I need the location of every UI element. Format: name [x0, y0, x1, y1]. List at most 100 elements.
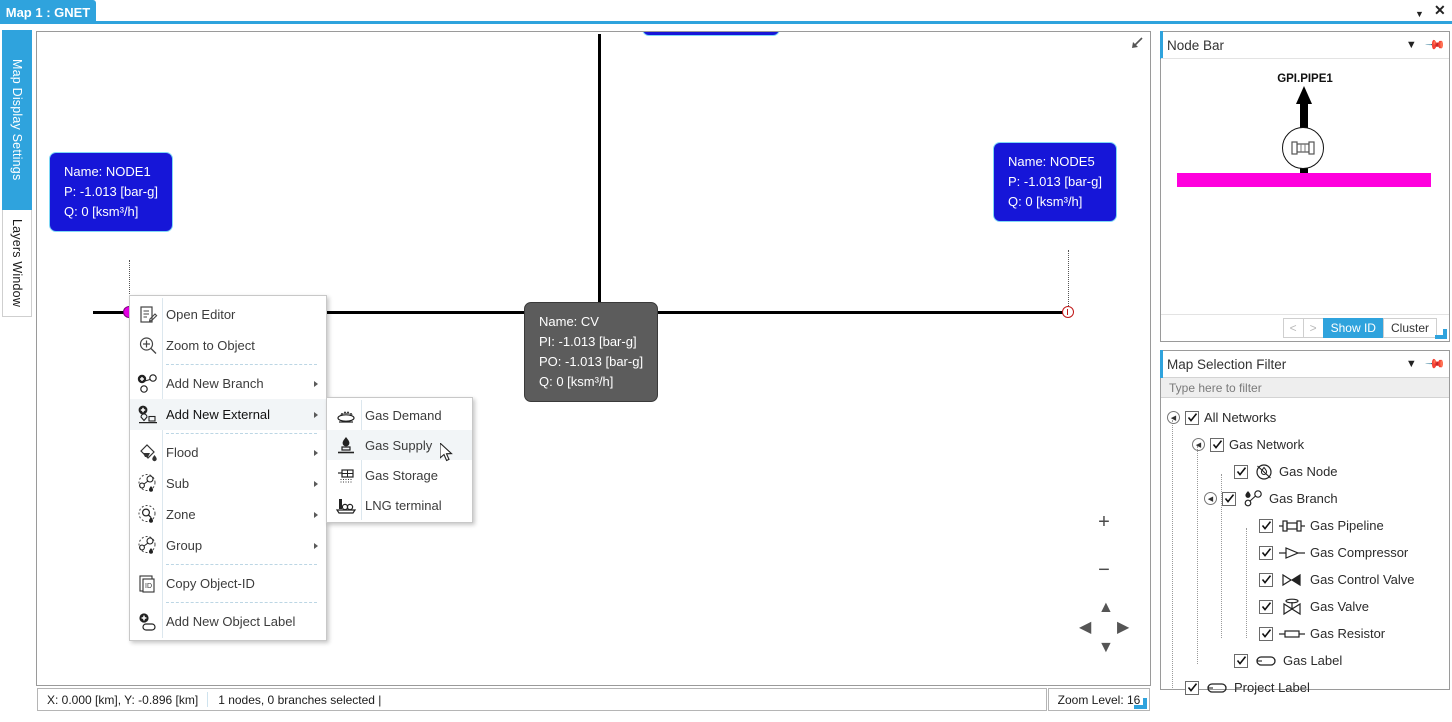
tree-node-gas-node[interactable]: Gas Node — [1163, 458, 1449, 485]
gas-label-icon — [1254, 654, 1278, 668]
map-selection-filter-panel: Map Selection Filter ▼ 📌 Type here to fi… — [1160, 350, 1450, 695]
label-name: Name: NODE1 — [64, 164, 151, 179]
checkbox[interactable] — [1185, 410, 1199, 425]
tree-node-gas-branch[interactable]: ◀ Gas Branch — [1163, 485, 1449, 512]
tree-node-gas-label[interactable]: Gas Label — [1163, 647, 1449, 674]
tree-node-gas-network[interactable]: ◀ Gas Network — [1163, 431, 1449, 458]
menu-item-flood[interactable]: Flood — [130, 437, 326, 468]
node-bar-cluster-button[interactable]: Cluster — [1382, 317, 1437, 338]
close-icon[interactable]: ✕ — [1434, 3, 1446, 17]
checkbox[interactable] — [1222, 491, 1236, 506]
tree-node-gas-valve[interactable]: Gas Valve — [1163, 593, 1449, 620]
resize-grip[interactable] — [1134, 698, 1147, 709]
node-bar-resize-grip[interactable] — [1435, 329, 1447, 339]
tree-label: Gas Resistor — [1310, 626, 1386, 641]
pan-down-icon[interactable]: ▼ — [1098, 640, 1114, 656]
checkbox[interactable] — [1259, 572, 1273, 587]
menu-separator — [166, 364, 317, 365]
group-icon — [136, 534, 160, 558]
pan-control[interactable]: ▲ ▼ ◀ ▶ — [1074, 600, 1134, 656]
node-bar-indicator[interactable] — [1177, 173, 1431, 187]
checkbox[interactable] — [1234, 653, 1248, 668]
checkbox[interactable] — [1185, 680, 1199, 695]
map-label-node1[interactable]: Name: NODE1 P: -1.013 [bar-g] Q: 0 [ksm³… — [49, 152, 173, 232]
tree-node-gas-resistor[interactable]: Gas Resistor — [1163, 620, 1449, 647]
document-tab-map1[interactable]: Map 1 : GNET — [0, 0, 96, 24]
pan-left-icon[interactable]: ◀ — [1079, 620, 1091, 636]
sidebar-tab-map-display-settings[interactable]: Map Display Settings — [2, 30, 32, 210]
sidebar-tab-layers-window[interactable]: Layers Window — [2, 210, 32, 317]
zoom-object-icon — [136, 334, 160, 358]
expander-icon[interactable]: ◀ — [1192, 438, 1205, 451]
tree-node-gas-compressor[interactable]: Gas Compressor — [1163, 539, 1449, 566]
tree-node-project-label[interactable]: Project Label — [1163, 674, 1449, 701]
tree-node-gas-control-valve[interactable]: Gas Control Valve — [1163, 566, 1449, 593]
tree-node-all-networks[interactable]: ◀ All Networks — [1163, 404, 1449, 431]
node-bar-header: Node Bar ▼ 📌 — [1160, 31, 1449, 59]
submenu-item-gas-demand[interactable]: Gas Demand — [327, 400, 472, 430]
pan-right-icon[interactable]: ▶ — [1117, 620, 1129, 636]
gas-branch-icon — [1242, 489, 1264, 509]
menu-item-add-new-external[interactable]: Add New External — [130, 399, 326, 430]
context-menu[interactable]: Open Editor Zoom to Object Add New Branc… — [129, 295, 327, 641]
pin-icon[interactable]: 📌 — [1424, 34, 1446, 57]
tree-label: Gas Label — [1283, 653, 1343, 668]
gas-control-valve-icon — [1279, 573, 1305, 587]
pan-up-icon[interactable]: ▲ — [1098, 600, 1114, 616]
gas-compressor-icon — [1279, 546, 1305, 560]
flood-icon — [136, 441, 160, 465]
chevron-down-icon[interactable]: ▼ — [1406, 39, 1417, 51]
menu-item-add-new-object-label[interactable]: Add New Object Label — [130, 606, 326, 637]
expander-icon[interactable]: ◀ — [1167, 411, 1180, 424]
node-bar-canvas[interactable]: GPI.PIPE1 — [1161, 58, 1449, 314]
chevron-down-icon[interactable]: ▼ — [1415, 7, 1424, 21]
checkbox[interactable] — [1259, 518, 1273, 533]
checkbox[interactable] — [1210, 437, 1224, 452]
collapse-arrow-icon[interactable] — [1130, 36, 1144, 53]
menu-item-label: Zone — [166, 507, 196, 522]
open-editor-icon — [136, 303, 160, 327]
checkbox[interactable] — [1259, 545, 1273, 560]
submenu-item-label: LNG terminal — [365, 497, 442, 513]
map-selection-filter-header: Map Selection Filter ▼ 📌 — [1160, 350, 1449, 378]
menu-item-group[interactable]: Group — [130, 530, 326, 561]
filter-input[interactable]: Type here to filter — [1161, 377, 1449, 398]
menu-item-copy-object-id[interactable]: ID Copy Object-ID — [130, 568, 326, 599]
pipeline-vertical[interactable] — [598, 34, 601, 313]
panel-accent — [1160, 31, 1163, 59]
vertical-tab-label: Layers Window — [10, 218, 24, 308]
chevron-right-icon — [314, 411, 318, 418]
menu-item-add-new-branch[interactable]: Add New Branch — [130, 368, 326, 399]
checkbox[interactable] — [1259, 599, 1273, 614]
map-node-node5[interactable] — [1062, 306, 1074, 318]
zoom-in-button[interactable]: + — [1094, 512, 1114, 532]
map-label-cv[interactable]: Name: CV PI: -1.013 [bar-g] PO: -1.013 [… — [524, 302, 659, 402]
status-coordinates: X: 0.000 [km], Y: -0.896 [km] — [47, 692, 199, 707]
menu-item-sub[interactable]: Sub — [130, 468, 326, 499]
tree-label: Gas Node — [1279, 464, 1338, 479]
status-bar: X: 0.000 [km], Y: -0.896 [km] 1 nodes, 0… — [36, 688, 1151, 712]
node-bar-pipe-label: GPI.PIPE1 — [1277, 73, 1333, 85]
label-flow: Q: 0 [ksm³/h] — [539, 374, 614, 389]
menu-item-zoom-to-object[interactable]: Zoom to Object — [130, 330, 326, 361]
gas-pipeline-icon[interactable] — [1282, 127, 1324, 169]
menu-item-label: Add New External — [166, 407, 271, 422]
zoom-out-button[interactable]: − — [1094, 560, 1114, 580]
pin-icon[interactable]: 📌 — [1424, 353, 1446, 376]
chevron-down-icon[interactable]: ▼ — [1406, 358, 1417, 370]
checkbox[interactable] — [1234, 464, 1248, 479]
menu-item-zone[interactable]: Zone — [130, 499, 326, 530]
node-bar-prev-button[interactable]: < — [1282, 317, 1304, 338]
menu-item-open-editor[interactable]: Open Editor — [130, 299, 326, 330]
map-label-node5[interactable]: Name: NODE5 P: -1.013 [bar-g] Q: 0 [ksm³… — [993, 142, 1117, 222]
menu-separator — [166, 602, 317, 603]
expander-icon[interactable]: ◀ — [1204, 492, 1217, 505]
gas-resistor-icon — [1279, 627, 1305, 641]
submenu-item-lng-terminal[interactable]: LNG terminal — [327, 490, 472, 520]
node-bar-show-id-button[interactable]: Show ID — [1322, 317, 1384, 338]
tree-node-gas-pipeline[interactable]: Gas Pipeline — [1163, 512, 1449, 539]
checkbox[interactable] — [1259, 626, 1273, 641]
tree-label: Gas Compressor — [1310, 545, 1409, 560]
node-bar-next-button[interactable]: > — [1302, 317, 1324, 338]
filter-placeholder: Type here to filter — [1169, 380, 1262, 395]
